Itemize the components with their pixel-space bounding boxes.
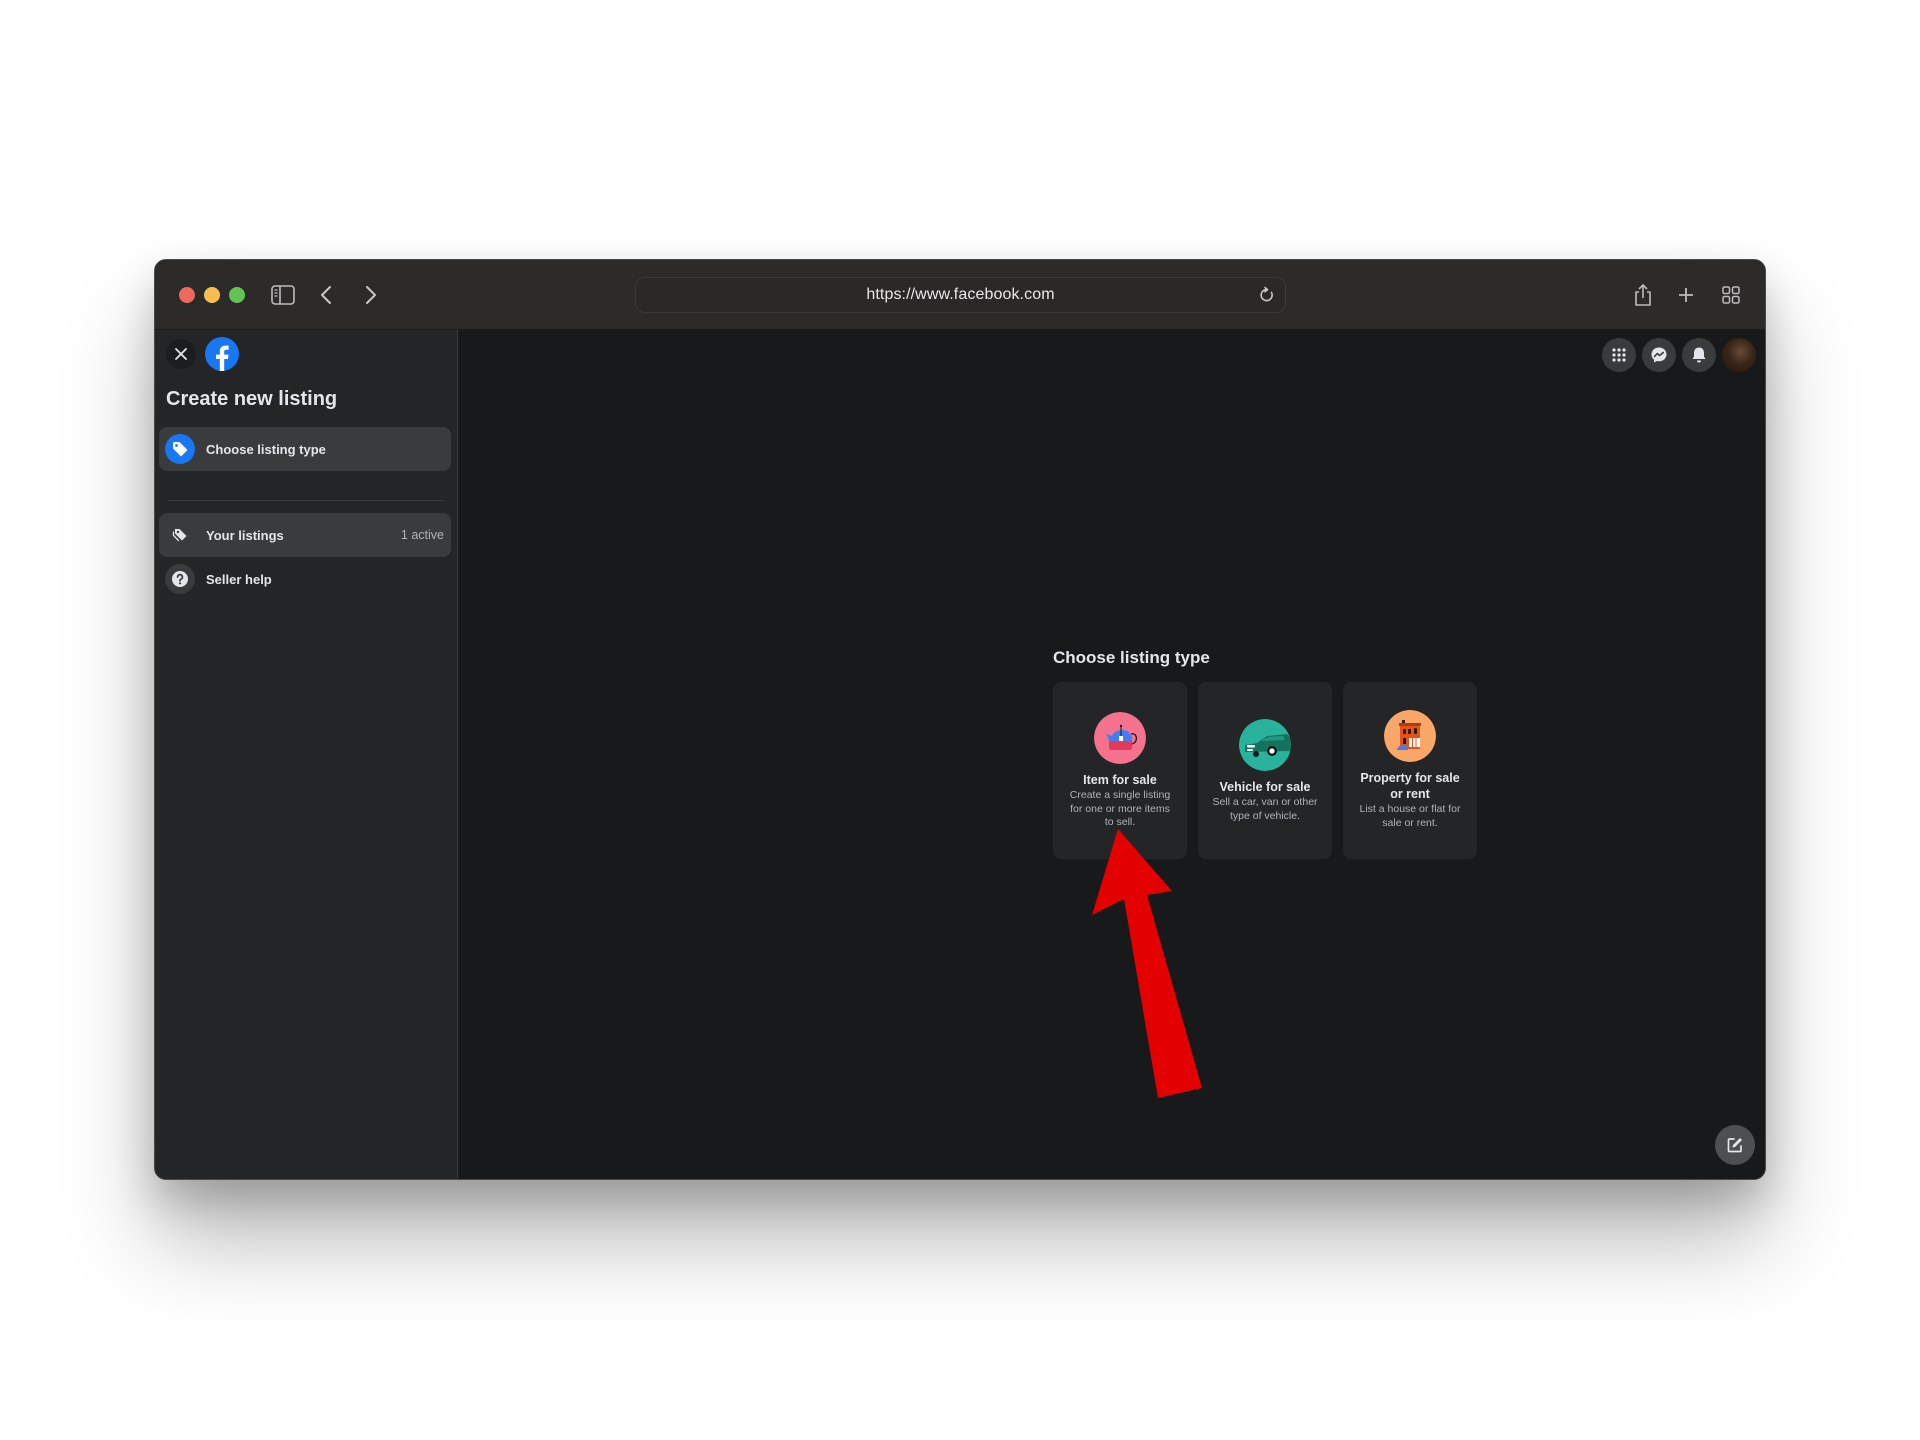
- card-description: List a house or flat for sale or rent.: [1359, 803, 1461, 829]
- listing-type-card-item[interactable]: Item for sale Create a single listing fo…: [1053, 682, 1187, 859]
- sidebar-item-label: Seller help: [206, 571, 272, 587]
- tag-icon: [165, 434, 195, 464]
- share-icon[interactable]: [1628, 280, 1658, 310]
- close-window-button[interactable]: [179, 287, 195, 303]
- card-title: Property for sale or rent: [1360, 771, 1460, 801]
- active-listings-count: 1 active: [400, 528, 444, 542]
- reload-icon[interactable]: [1257, 285, 1277, 305]
- messenger-icon[interactable]: [1642, 338, 1676, 372]
- url-text[interactable]: https://www.facebook.com: [866, 286, 1054, 304]
- section-title: Choose listing type: [1053, 648, 1210, 667]
- listing-type-card-property[interactable]: Property for sale or rent List a house o…: [1343, 682, 1477, 859]
- car-icon: [1239, 719, 1291, 771]
- main-content: Choose listing type Item for sale Create…: [458, 330, 1765, 1179]
- menu-grid-icon[interactable]: [1602, 338, 1636, 372]
- listing-type-card-vehicle[interactable]: Vehicle for sale Sell a car, van or othe…: [1198, 682, 1332, 859]
- sidebar-item-label: Your listings: [206, 527, 284, 543]
- browser-titlebar: https://www.facebook.com: [155, 260, 1765, 330]
- browser-window: https://www.facebook.com Create new list…: [154, 259, 1766, 1180]
- sidebar-item-your-listings[interactable]: Your listings 1 active: [159, 513, 451, 557]
- minimize-window-button[interactable]: [204, 287, 220, 303]
- tab-overview-icon[interactable]: [1716, 280, 1746, 310]
- card-description: Create a single listing for one or more …: [1069, 789, 1171, 828]
- profile-avatar[interactable]: [1722, 338, 1756, 372]
- notifications-icon[interactable]: [1682, 338, 1716, 372]
- card-title: Item for sale: [1083, 773, 1157, 787]
- close-button[interactable]: [166, 339, 196, 369]
- address-bar[interactable]: https://www.facebook.com: [635, 277, 1286, 313]
- facebook-logo[interactable]: [205, 337, 239, 371]
- sidebar-item-label: Choose listing type: [206, 441, 326, 457]
- sidebar-toggle-icon[interactable]: [268, 280, 298, 310]
- close-icon: [175, 348, 187, 360]
- teapot-icon: [1094, 712, 1146, 764]
- new-tab-icon[interactable]: [1671, 280, 1701, 310]
- house-icon: [1384, 710, 1436, 762]
- sidebar-divider: [168, 500, 444, 501]
- listing-sidebar: Create new listing Choose listing type Y…: [155, 330, 458, 1179]
- card-description: Sell a car, van or other type of vehicle…: [1212, 796, 1318, 822]
- forward-icon[interactable]: [356, 280, 386, 310]
- sidebar-item-seller-help[interactable]: Seller help: [159, 557, 451, 601]
- tags-icon: [165, 520, 195, 550]
- sidebar-item-choose-listing-type[interactable]: Choose listing type: [159, 427, 451, 471]
- compose-icon: [1727, 1138, 1742, 1153]
- back-icon[interactable]: [311, 280, 341, 310]
- new-message-button[interactable]: [1715, 1125, 1755, 1165]
- help-icon: [165, 564, 195, 594]
- zoom-window-button[interactable]: [229, 287, 245, 303]
- card-title: Vehicle for sale: [1219, 780, 1311, 794]
- sidebar-title: Create new listing: [166, 388, 338, 410]
